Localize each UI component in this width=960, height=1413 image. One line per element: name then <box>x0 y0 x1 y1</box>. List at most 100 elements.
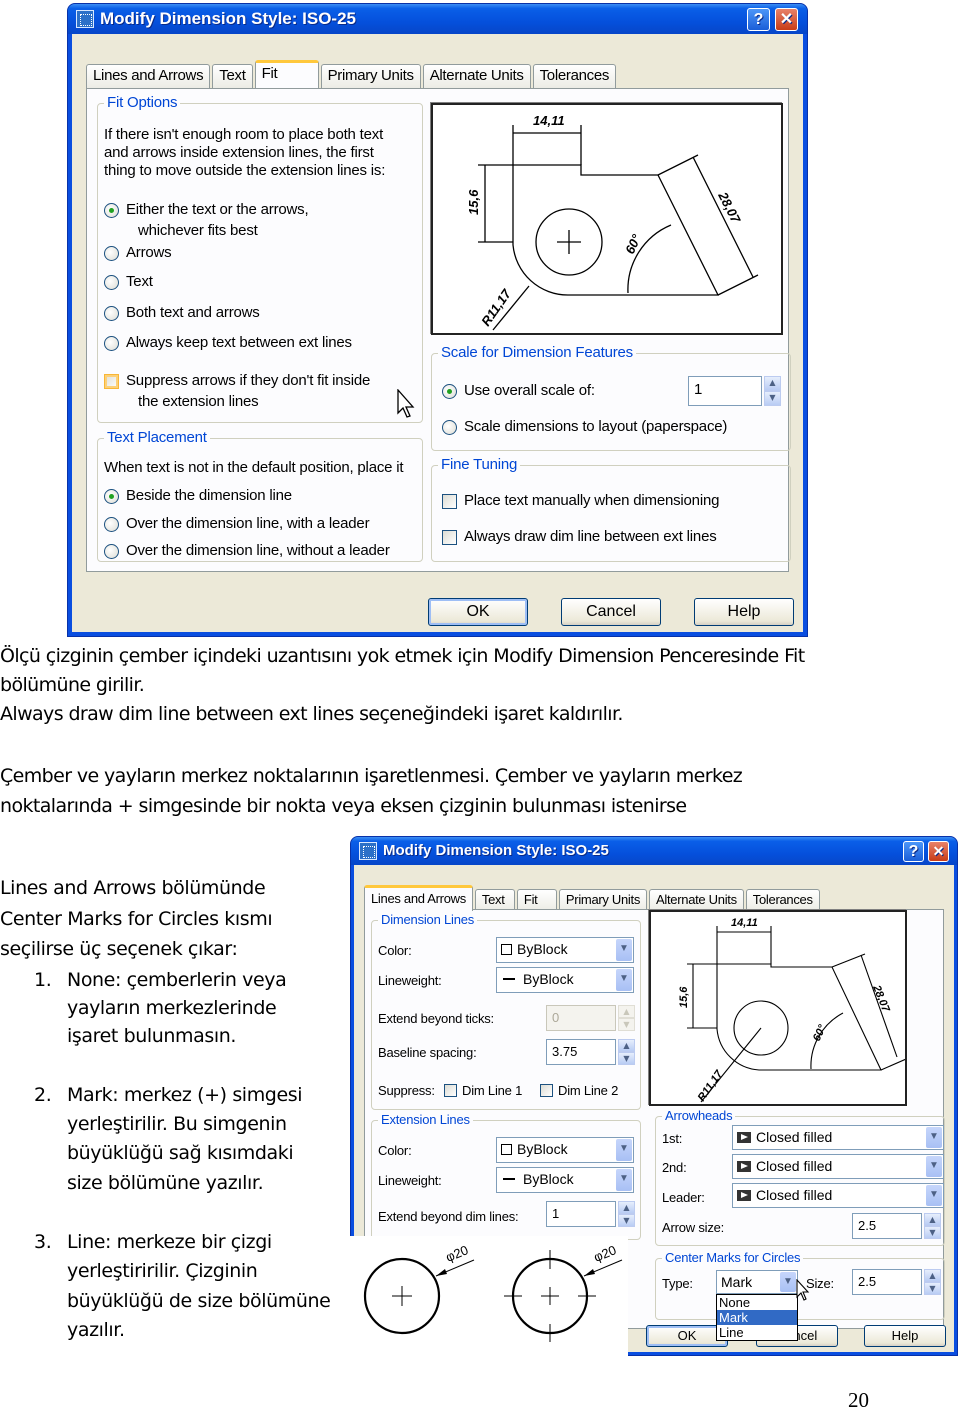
overall-scale-spinner[interactable]: ▲ ▼ <box>764 376 781 406</box>
ok-button[interactable]: OK <box>428 598 528 626</box>
radio-scale-to-layout-label: Scale dimensions to layout (paperspace) <box>464 418 728 435</box>
arrow-size-input[interactable]: 2.5 <box>852 1213 922 1239</box>
center-mark-type-dropdown: None Mark Line <box>716 1294 798 1341</box>
chevron-down-icon[interactable]: ▼ <box>616 969 632 991</box>
tab-fit[interactable]: Fit <box>254 60 319 88</box>
close-title-button[interactable]: ✕ <box>928 841 949 862</box>
radio-always-keep-text[interactable] <box>104 336 119 351</box>
app-icon <box>76 10 94 28</box>
intro-line-2: Center Marks for Circles kısmı <box>0 908 273 930</box>
radio-both-text-and-arrows[interactable] <box>104 306 119 321</box>
dim-lineweight-select[interactable]: ByBlock ▼ <box>496 967 634 993</box>
tab-text[interactable]: Text <box>474 889 515 911</box>
dim-label-radius: R11,17 <box>696 1068 726 1104</box>
checkbox-suppress-arrows[interactable] <box>104 374 119 389</box>
dialog-client: Lines and Arrows Text Fit Primary Units … <box>72 34 803 632</box>
radio-arrows[interactable] <box>104 246 119 261</box>
chevron-down-icon[interactable]: ▼ <box>616 1169 632 1191</box>
arrowhead-leader-value: Closed filled <box>756 1187 833 1203</box>
help-button[interactable]: Help <box>694 598 794 626</box>
tab-alternate-units[interactable]: Alternate Units <box>422 64 531 88</box>
extend-dim-lines-spinner[interactable]: ▲ ▼ <box>618 1201 635 1227</box>
dropdown-option-none[interactable]: None <box>717 1295 797 1310</box>
dialog-titlebar[interactable]: Modify Dimension Style: ISO-25 ? ✕ <box>68 4 807 34</box>
extend-ticks-spinner[interactable]: ▲ ▼ <box>618 1005 635 1031</box>
tab-lines-and-arrows[interactable]: Lines and Arrows <box>86 64 211 88</box>
example-label-line: φ20 <box>592 1242 619 1264</box>
dropdown-option-mark[interactable]: Mark <box>717 1310 797 1325</box>
radio-scale-to-layout[interactable] <box>442 420 457 435</box>
tab-tolerances[interactable]: Tolerances <box>532 64 617 88</box>
checkbox-dim-line-1[interactable] <box>444 1084 457 1097</box>
extend-ticks-input[interactable]: 0 <box>546 1005 616 1031</box>
help-title-button[interactable]: ? <box>747 8 770 31</box>
example-label-mark: φ20 <box>444 1242 471 1264</box>
baseline-spacing-input[interactable]: 3.75 <box>546 1039 616 1065</box>
chevron-down-icon[interactable]: ▼ <box>926 1185 942 1206</box>
radio-use-overall-scale-label: Use overall scale of: <box>464 382 595 399</box>
help-button[interactable]: Help <box>864 1325 946 1347</box>
tab-primary-units[interactable]: Primary Units <box>320 64 421 88</box>
extension-lines-title: Extension Lines <box>378 1112 473 1127</box>
baseline-spacing-spinner[interactable]: ▲ ▼ <box>618 1039 635 1065</box>
page-number: 20 <box>848 1388 869 1412</box>
tab-alternate-units[interactable]: Alternate Units <box>649 889 744 911</box>
chevron-down-icon[interactable]: ▼ <box>616 939 632 961</box>
arrow-size-spinner[interactable]: ▲ ▼ <box>924 1213 941 1239</box>
paragraph-2-line-2: noktalarında + simgesinde bir nokta veya… <box>0 795 687 817</box>
arrowhead-leader-select[interactable]: Closed filled ▼ <box>732 1183 944 1208</box>
dialog2-titlebar[interactable]: Modify Dimension Style: ISO-25 ? ✕ <box>351 837 957 865</box>
arrowhead-first-value: Closed filled <box>756 1129 833 1145</box>
extend-dim-lines-label: Extend beyond dim lines: <box>378 1209 519 1224</box>
chevron-down-icon[interactable]: ▼ <box>926 1156 942 1177</box>
chevron-down-icon[interactable]: ▼ <box>780 1272 796 1292</box>
intro-line-3: seçilirse üç seçenek çıkar: <box>0 938 238 960</box>
radio-use-overall-scale[interactable] <box>442 384 457 399</box>
radio-either-text-or-arrows[interactable] <box>104 203 119 218</box>
chevron-down-icon[interactable]: ▼ <box>616 1139 632 1161</box>
tab-text[interactable]: Text <box>212 64 253 88</box>
radio-text[interactable] <box>104 275 119 290</box>
center-mark-type-value: Mark <box>721 1274 753 1290</box>
arrowhead-first-select[interactable]: Closed filled ▼ <box>732 1125 944 1150</box>
center-mark-examples: φ20 φ20 <box>348 1236 628 1356</box>
tab-tolerances[interactable]: Tolerances <box>745 889 820 911</box>
dim-label-radius: R11,17 <box>478 286 514 329</box>
checkbox-dim-line-2[interactable] <box>540 1084 553 1097</box>
extend-dim-lines-input[interactable]: 1 <box>546 1201 616 1227</box>
fit-options-description-3: thing to move outside the extension line… <box>104 162 386 179</box>
ext-lineweight-value: ByBlock <box>523 1171 574 1187</box>
list-item-1-line-3: işaret bulunmasın. <box>67 1025 237 1047</box>
dim-label-top: 14,11 <box>533 113 565 128</box>
arrowhead-second-select[interactable]: Closed filled ▼ <box>732 1154 944 1179</box>
help-title-button[interactable]: ? <box>903 841 924 862</box>
checkbox-always-draw-dim-line-label: Always draw dim line between ext lines <box>464 528 717 545</box>
dim-label-left: 15,6 <box>466 189 481 215</box>
dropdown-option-line[interactable]: Line <box>717 1325 797 1340</box>
radio-over-with-leader[interactable] <box>104 517 119 532</box>
ext-color-select[interactable]: ByBlock ▼ <box>496 1137 634 1163</box>
fit-preview-drawing: 14,11 15,6 60° 28,07 R11,17 <box>466 113 759 331</box>
tab-fit[interactable]: Fit <box>516 889 557 911</box>
chevron-down-icon[interactable]: ▼ <box>926 1127 942 1148</box>
baseline-spacing-label: Baseline spacing: <box>378 1045 477 1060</box>
list-item-2-line-3: büyüklüğü sağ kısımdaki <box>67 1142 294 1164</box>
center-mark-size-input[interactable]: 2.5 <box>852 1269 922 1295</box>
radio-over-with-leader-label: Over the dimension line, with a leader <box>126 515 370 532</box>
tab-primary-units[interactable]: Primary Units <box>558 889 648 911</box>
cancel-button[interactable]: Cancel <box>561 598 661 626</box>
checkbox-place-text-manually[interactable] <box>442 494 457 509</box>
center-mark-size-spinner[interactable]: ▲ ▼ <box>924 1269 941 1295</box>
ext-lineweight-select[interactable]: ByBlock ▼ <box>496 1167 634 1193</box>
color-swatch-icon <box>501 1144 512 1155</box>
dim-color-select[interactable]: ByBlock ▼ <box>496 937 634 963</box>
center-mark-type-select[interactable]: Mark ▼ <box>716 1270 798 1294</box>
radio-beside-dimension-line[interactable] <box>104 489 119 504</box>
tab-lines-and-arrows[interactable]: Lines and Arrows <box>364 885 473 911</box>
radio-over-without-leader[interactable] <box>104 544 119 559</box>
checkbox-always-draw-dim-line[interactable] <box>442 530 457 545</box>
dim-line-2-label: Dim Line 2 <box>558 1083 619 1098</box>
overall-scale-input[interactable]: 1 <box>688 376 762 406</box>
lineweight-icon <box>503 1178 515 1180</box>
close-title-button[interactable]: ✕ <box>775 8 798 31</box>
